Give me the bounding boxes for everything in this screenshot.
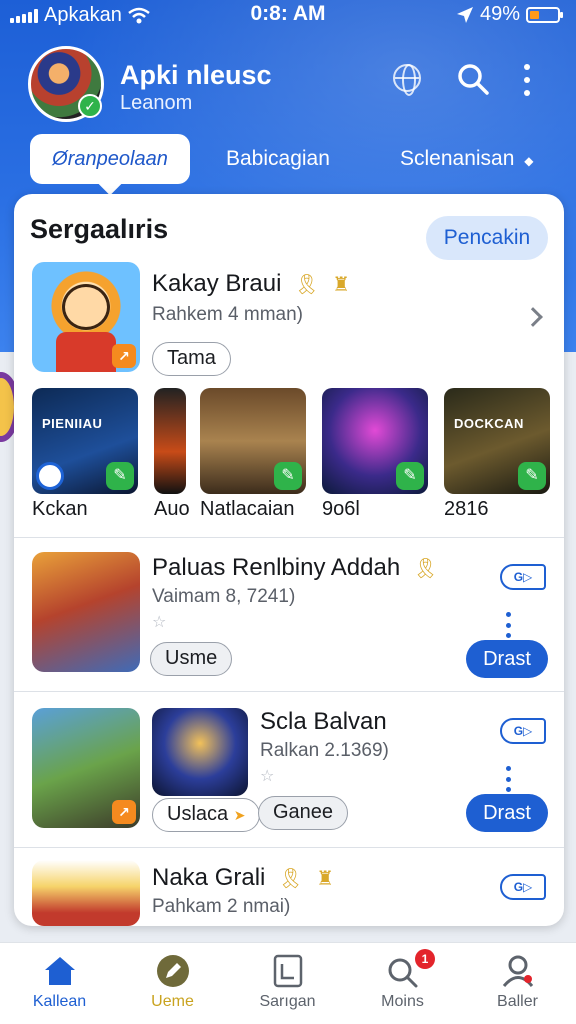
section-action-button[interactable]: Pencakin [426, 216, 548, 260]
mini-app-thumb-4[interactable]: DOCKCAN ✎ [444, 388, 550, 494]
mini-label-2: Natlacaian [200, 498, 295, 520]
share-chip-icon[interactable]: G▷ [500, 874, 546, 900]
mini-app-thumb-2[interactable]: ✎ [200, 388, 306, 494]
more-menu-icon[interactable] [520, 64, 534, 96]
star-icon: ☆ [152, 614, 167, 631]
chat-badge-icon [36, 462, 64, 490]
app-tag-1-label: Uslaca [167, 803, 229, 825]
nav-label: Kallean [32, 993, 87, 1010]
section-title: Sergaalıris [30, 214, 169, 244]
battery-percent: 49% [479, 3, 520, 25]
edit-badge-icon: ✎ [106, 462, 134, 490]
app-action-button-0[interactable]: Drast [466, 640, 548, 678]
tab-0[interactable]: Øranpeolaan [30, 134, 190, 184]
location-arrow-icon [456, 6, 473, 23]
app-icon-1[interactable]: ↗ [32, 708, 140, 828]
star-icon: ☆ [260, 768, 275, 785]
featured-tag[interactable]: Tama [152, 342, 231, 376]
more-dots-icon[interactable] [506, 612, 512, 638]
tab-2-label: Sclenanisan [400, 147, 515, 170]
nav-item-home[interactable]: Kallean [2, 943, 117, 1024]
mini-art-text: PIENIIAU [42, 416, 103, 431]
award-icon: 🎗 [278, 868, 304, 890]
app-subtitle-0: Vaimam 8, 7241) [152, 586, 296, 607]
featured-title-row[interactable]: Kakay Braui 🎗 ♜ [152, 270, 350, 298]
app-tag-0[interactable]: Usme [150, 642, 233, 676]
tab-1[interactable]: Babicagian [226, 134, 330, 184]
globe-icon[interactable] [393, 64, 421, 96]
edit-badge-icon: ✎ [518, 462, 546, 490]
nav-item-2[interactable]: Sarıgan [230, 943, 345, 1024]
profile-icon [502, 955, 534, 987]
award-icon: 🎗 [294, 274, 320, 296]
share-chip-icon[interactable]: G▷ [500, 718, 546, 744]
divider [14, 537, 564, 538]
app-title: Apki nleusc [120, 60, 272, 90]
status-right: 49% [456, 3, 563, 26]
arrow-icon: ➤ [233, 807, 246, 823]
mini-label-4: 2816 [444, 498, 489, 520]
chevron-right-icon[interactable] [523, 307, 543, 327]
tab-2[interactable]: Sclenanisan ◆ [400, 134, 534, 184]
status-bar: Apkakan 0:8: AM 49% [0, 0, 576, 30]
app-icon-0[interactable] [32, 552, 140, 672]
mini-app-thumb-1[interactable] [154, 388, 186, 494]
corner-badge-icon: ↗ [112, 344, 136, 368]
mini-app-thumb-0[interactable]: PIENIIAU ✎ [32, 388, 138, 494]
verified-check-icon: ✓ [78, 94, 102, 118]
notification-badge: 1 [415, 949, 435, 969]
home-icon [45, 957, 75, 985]
document-icon [273, 954, 303, 988]
app-tag-1[interactable]: Uslaca ➤ [152, 798, 261, 832]
nav-label: Ueme [151, 993, 194, 1010]
featured-app-icon[interactable]: ↗ [32, 262, 140, 372]
nav-item-4[interactable]: Baller [460, 943, 575, 1024]
mini-app-thumb-3[interactable]: ✎ [322, 388, 428, 494]
nav-label: Baller [497, 993, 538, 1010]
character-shirt [56, 332, 116, 372]
app-subtitle-2: Pahkam 2 nmai) [152, 896, 291, 917]
app-title-row-2[interactable]: Naka Grali 🎗 ♜ [152, 864, 334, 892]
featured-title: Kakay Braui [152, 270, 282, 297]
edit-circle-icon [157, 955, 189, 987]
nav-item-3[interactable]: 1 Moins [345, 943, 460, 1024]
share-chip-icon[interactable]: G▷ [500, 564, 546, 590]
app-icon-2[interactable] [32, 860, 140, 926]
mini-label-1: Auo [154, 498, 190, 520]
content-card: Sergaalıris Pencakin ↗ Kakay Braui 🎗 ♜ R… [14, 194, 564, 926]
app-title-row-0[interactable]: Paluas Renlbiny Addah 🎗 [152, 554, 438, 582]
app-title-2: Naka Grali [152, 864, 266, 891]
app-title-1[interactable]: Scla Balvan [260, 708, 387, 736]
edit-badge-icon: ✎ [274, 462, 302, 490]
app-subtitle: Leanom [120, 92, 193, 114]
edit-badge-icon: ✎ [396, 462, 424, 490]
trophy-icon: ♜ [316, 868, 335, 890]
mini-label-0: Kckan [32, 498, 88, 520]
divider [14, 847, 564, 848]
app-title-0: Paluas Renlbiny Addah [152, 554, 401, 581]
bottom-nav: Kallean Ueme Sarıgan 1 Moins Baller [0, 942, 576, 1024]
app-tag-1b[interactable]: Ganee [258, 796, 349, 830]
app-action-button-1[interactable]: Drast [466, 794, 548, 832]
nav-label: Sarıgan [259, 993, 316, 1010]
app-screenshot-1[interactable] [152, 708, 248, 796]
tab-more-dot-icon: ◆ [524, 154, 534, 168]
mini-art-text: DOCKCAN [454, 416, 524, 431]
character-face [62, 284, 110, 330]
corner-badge-icon: ↗ [112, 800, 136, 824]
featured-subtitle: Rahkem 4 mman) [152, 304, 303, 325]
search-icon[interactable] [457, 63, 489, 95]
battery-icon [526, 6, 563, 23]
nav-label: Moins [381, 993, 424, 1010]
trophy-icon: ♜ [332, 274, 351, 296]
app-subtitle-1: Ralkan 2.1369) [260, 740, 389, 761]
award-icon: 🎗 [412, 558, 439, 580]
more-dots-icon[interactable] [506, 766, 512, 792]
nav-item-1[interactable]: Ueme [115, 943, 230, 1024]
divider [14, 691, 564, 692]
mini-label-3: 9o6l [322, 498, 360, 520]
